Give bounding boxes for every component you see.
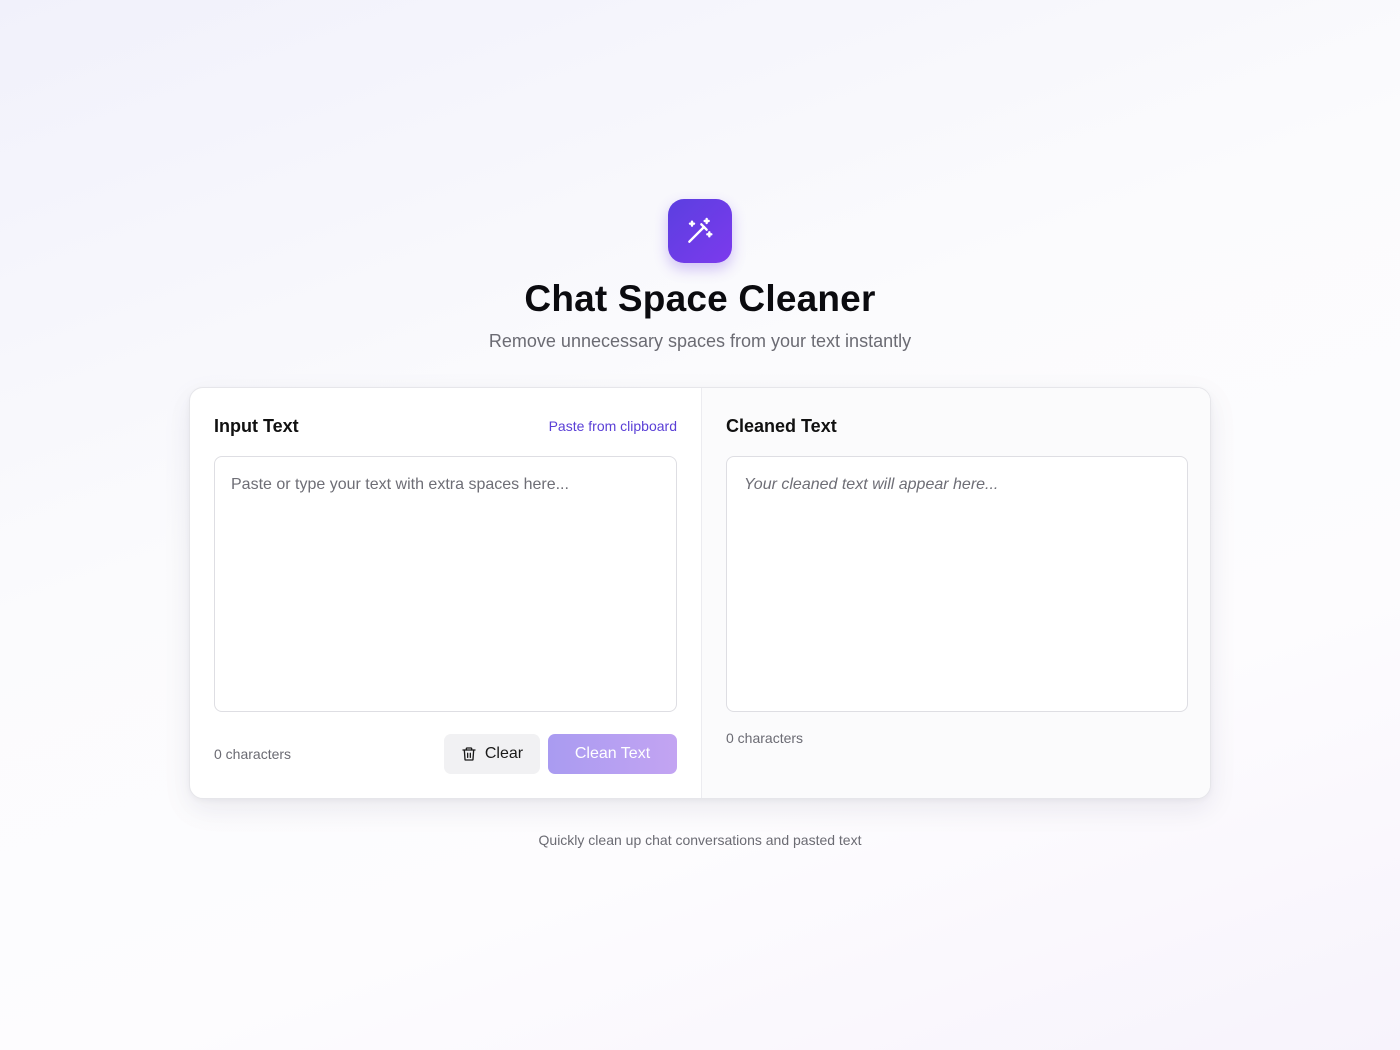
output-panel-title: Cleaned Text: [726, 415, 837, 436]
footer-note: Quickly clean up chat conversations and …: [538, 832, 862, 848]
output-char-count: 0 characters: [726, 730, 804, 746]
output-panel: Cleaned Text Your cleaned text will appe…: [701, 388, 1210, 798]
input-char-count: 0 characters: [214, 746, 292, 762]
output-placeholder: Your cleaned text will appear here...: [744, 476, 999, 493]
app-logo: [668, 199, 732, 263]
trash-icon: [462, 747, 476, 761]
clean-text-button[interactable]: Clean Text: [548, 734, 677, 774]
magic-wand-icon: [688, 217, 713, 243]
clear-button-label: Clear: [484, 745, 524, 762]
app-header: Chat Space Cleaner Remove unnecessary sp…: [0, 199, 1400, 352]
input-panel-header: Input Text Paste from clipboard: [214, 412, 677, 440]
paste-from-clipboard-link[interactable]: Paste from clipboard: [549, 418, 677, 434]
input-panel: Input Text Paste from clipboard 0 charac…: [190, 388, 701, 798]
input-panel-title: Input Text: [214, 415, 299, 436]
output-panel-header: Cleaned Text: [726, 412, 1188, 440]
page-title: Chat Space Cleaner: [524, 278, 876, 319]
input-panel-footer: 0 characters Clear Clean Text: [214, 734, 677, 774]
cleaner-card: Input Text Paste from clipboard 0 charac…: [189, 387, 1211, 799]
input-textarea[interactable]: [214, 456, 677, 712]
page-subtitle: Remove unnecessary spaces from your text…: [488, 331, 912, 351]
output-textbox[interactable]: Your cleaned text will appear here...: [726, 456, 1188, 712]
input-actions: Clear Clean Text: [444, 734, 677, 774]
clear-button[interactable]: Clear: [444, 734, 540, 774]
